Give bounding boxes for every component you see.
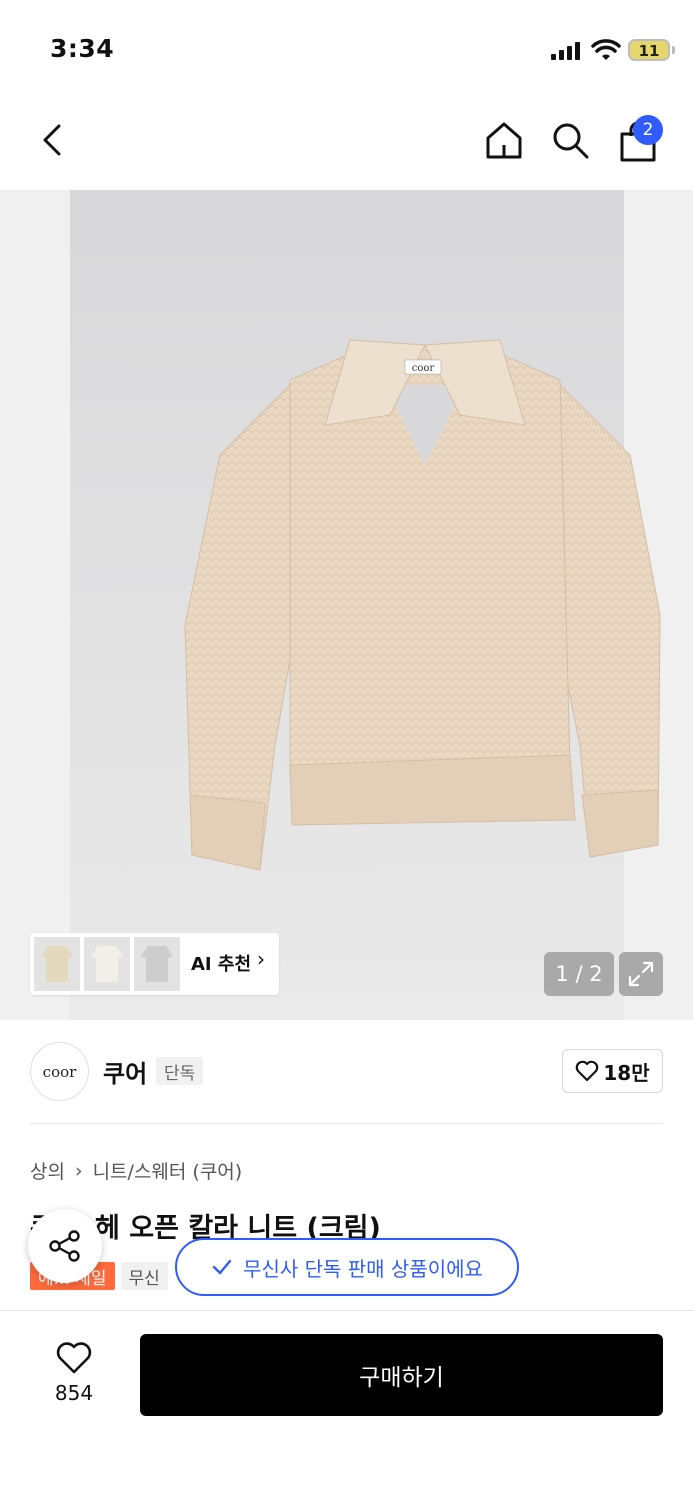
battery-cap xyxy=(672,46,675,54)
toast-message: 무신사 단독 판매 상품이에요 xyxy=(243,1256,483,1281)
shirt-thumbnail-icon xyxy=(141,946,173,982)
thumbnail-2[interactable] xyxy=(84,937,130,991)
brand-row: coor 쿠어 단독 18만 xyxy=(30,1040,663,1124)
status-time: 3:34 xyxy=(50,34,115,63)
product-photo[interactable]: coor xyxy=(70,190,661,1020)
breadcrumb: 상의 › 니트/스웨터 (쿠어) xyxy=(30,1157,242,1184)
product-gallery[interactable]: coor AI 추천 › 1 / 2 xyxy=(0,190,693,1020)
breadcrumb-category[interactable]: 상의 xyxy=(30,1157,65,1184)
sweater-image: coor xyxy=(184,339,661,871)
expand-icon xyxy=(628,961,654,987)
home-button[interactable] xyxy=(480,116,528,164)
expand-image-button[interactable] xyxy=(619,952,663,996)
ai-recommend-strip[interactable]: AI 추천 › xyxy=(30,933,279,995)
heart-icon xyxy=(56,1342,92,1374)
exclusive-badge: 단독 xyxy=(156,1057,204,1085)
top-nav xyxy=(0,100,693,186)
exclusive-toast: 무신사 단독 판매 상품이에요 xyxy=(175,1238,519,1296)
shirt-thumbnail-icon xyxy=(91,946,123,982)
buy-button[interactable]: 구매하기 xyxy=(140,1334,663,1416)
brand-logo[interactable]: coor xyxy=(30,1042,89,1101)
cellular-signal-icon xyxy=(551,42,583,60)
brand-like-button[interactable]: 18만 xyxy=(562,1049,663,1093)
garment-label-text: coor xyxy=(412,363,435,374)
battery-level: 11 xyxy=(638,42,660,60)
share-icon xyxy=(49,1230,80,1262)
image-page-counter: 1 / 2 xyxy=(544,952,614,996)
chevron-right-icon: › xyxy=(257,947,265,971)
check-icon xyxy=(212,1259,232,1275)
wifi-icon xyxy=(591,39,621,60)
wishlist-button[interactable]: 854 xyxy=(38,1341,110,1405)
search-button[interactable] xyxy=(546,116,594,164)
wishlist-count: 854 xyxy=(54,1381,94,1405)
shirt-thumbnail-icon xyxy=(41,946,73,982)
bottom-action-bar: 854 구매하기 xyxy=(0,1310,693,1500)
search-icon xyxy=(553,123,589,159)
heart-icon xyxy=(576,1060,599,1082)
brand-like-count: 18만 xyxy=(603,1060,650,1085)
back-button[interactable] xyxy=(28,116,76,164)
battery-icon: 11 xyxy=(628,39,670,61)
info-badge: 무신 xyxy=(120,1262,168,1290)
home-icon xyxy=(486,122,522,159)
chevron-right-icon: › xyxy=(74,1159,83,1182)
brand-name[interactable]: 쿠어 xyxy=(103,1054,147,1089)
cart-count-badge: 2 xyxy=(633,115,663,145)
status-bar: 3:34 11 xyxy=(0,0,693,100)
share-button[interactable] xyxy=(28,1209,102,1283)
chevron-left-icon xyxy=(43,124,61,156)
ai-recommend-label[interactable]: AI 추천 xyxy=(191,950,251,976)
thumbnail-3[interactable] xyxy=(134,937,180,991)
thumbnail-1[interactable] xyxy=(34,937,80,991)
breadcrumb-subcategory[interactable]: 니트/스웨터 (쿠어) xyxy=(93,1157,243,1184)
